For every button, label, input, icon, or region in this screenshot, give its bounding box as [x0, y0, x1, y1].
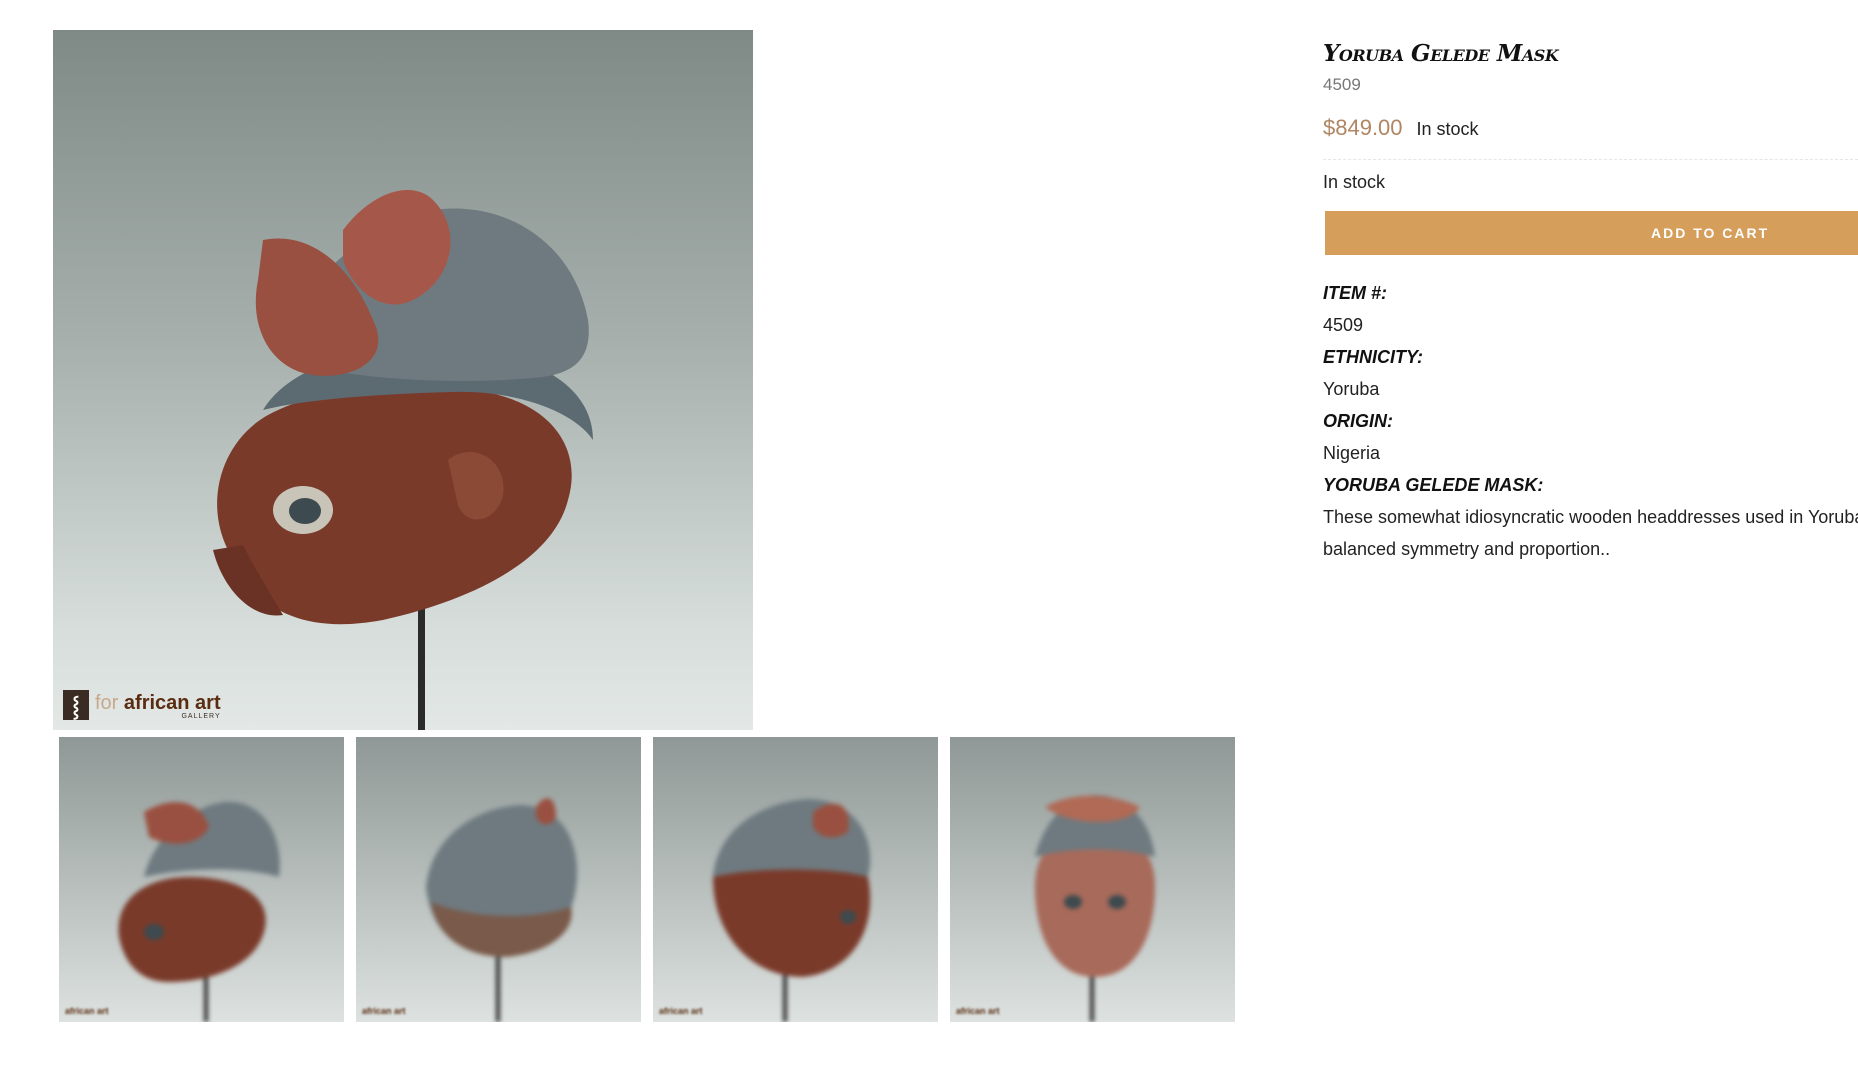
- product-page: ⸾ for african art GALLERY african art af…: [0, 0, 1858, 1073]
- thumbnail-strip: african art african art african art afri…: [59, 737, 1235, 1022]
- thumbnail-watermark: african art: [65, 1006, 109, 1016]
- mask-illustration: [213, 190, 593, 730]
- add-to-cart-button[interactable]: ADD TO CART: [1325, 211, 1858, 255]
- product-info: Yoruba Gelede Mask 4509 $849.00 In stock…: [1323, 40, 1858, 565]
- main-product-image[interactable]: ⸾ for african art GALLERY: [53, 30, 753, 730]
- spec-label-ethnicity: ETHNICITY:: [1323, 347, 1424, 367]
- watermark-for: for: [95, 692, 119, 714]
- thumbnail-1[interactable]: african art: [59, 737, 344, 1022]
- description-line-1: These somewhat idiosyncratic wooden head…: [1323, 507, 1858, 527]
- divider: [1323, 159, 1858, 160]
- gallery-logo-icon: ⸾: [63, 690, 89, 720]
- thumbnail-2[interactable]: african art: [356, 737, 641, 1022]
- stock-status: In stock: [1323, 172, 1386, 192]
- thumbnail-watermark: african art: [956, 1006, 1000, 1016]
- description-line-2: balanced symmetry and proportion..: [1323, 539, 1611, 559]
- gallery-watermark: ⸾ for african art GALLERY: [63, 690, 221, 720]
- stock-status-inline: In stock: [1416, 119, 1479, 139]
- product-title: Yoruba Gelede Mask: [1323, 40, 1559, 67]
- product-price: $849.00: [1323, 115, 1403, 140]
- product-sku: 4509: [1323, 75, 1361, 94]
- spec-label-item: ITEM #:: [1323, 283, 1388, 303]
- watermark-brand: african art: [123, 692, 221, 714]
- description-label: YORUBA GELEDE MASK:: [1323, 475, 1544, 495]
- spec-value-ethnicity: Yoruba: [1323, 379, 1380, 399]
- thumbnail-4[interactable]: african art: [950, 737, 1235, 1022]
- thumbnail-3[interactable]: african art: [653, 737, 938, 1022]
- price-row: $849.00 In stock: [1323, 115, 1858, 141]
- spec-value-origin: Nigeria: [1323, 443, 1381, 463]
- watermark-sub: GALLERY: [181, 713, 221, 720]
- thumbnail-watermark: african art: [659, 1006, 703, 1016]
- thumbnail-watermark: african art: [362, 1006, 406, 1016]
- product-specs: ITEM #: 4509 ETHNICITY: Yoruba ORIGIN: N…: [1323, 277, 1858, 565]
- spec-label-origin: ORIGIN:: [1323, 411, 1393, 431]
- spec-value-item: 4509: [1323, 315, 1364, 335]
